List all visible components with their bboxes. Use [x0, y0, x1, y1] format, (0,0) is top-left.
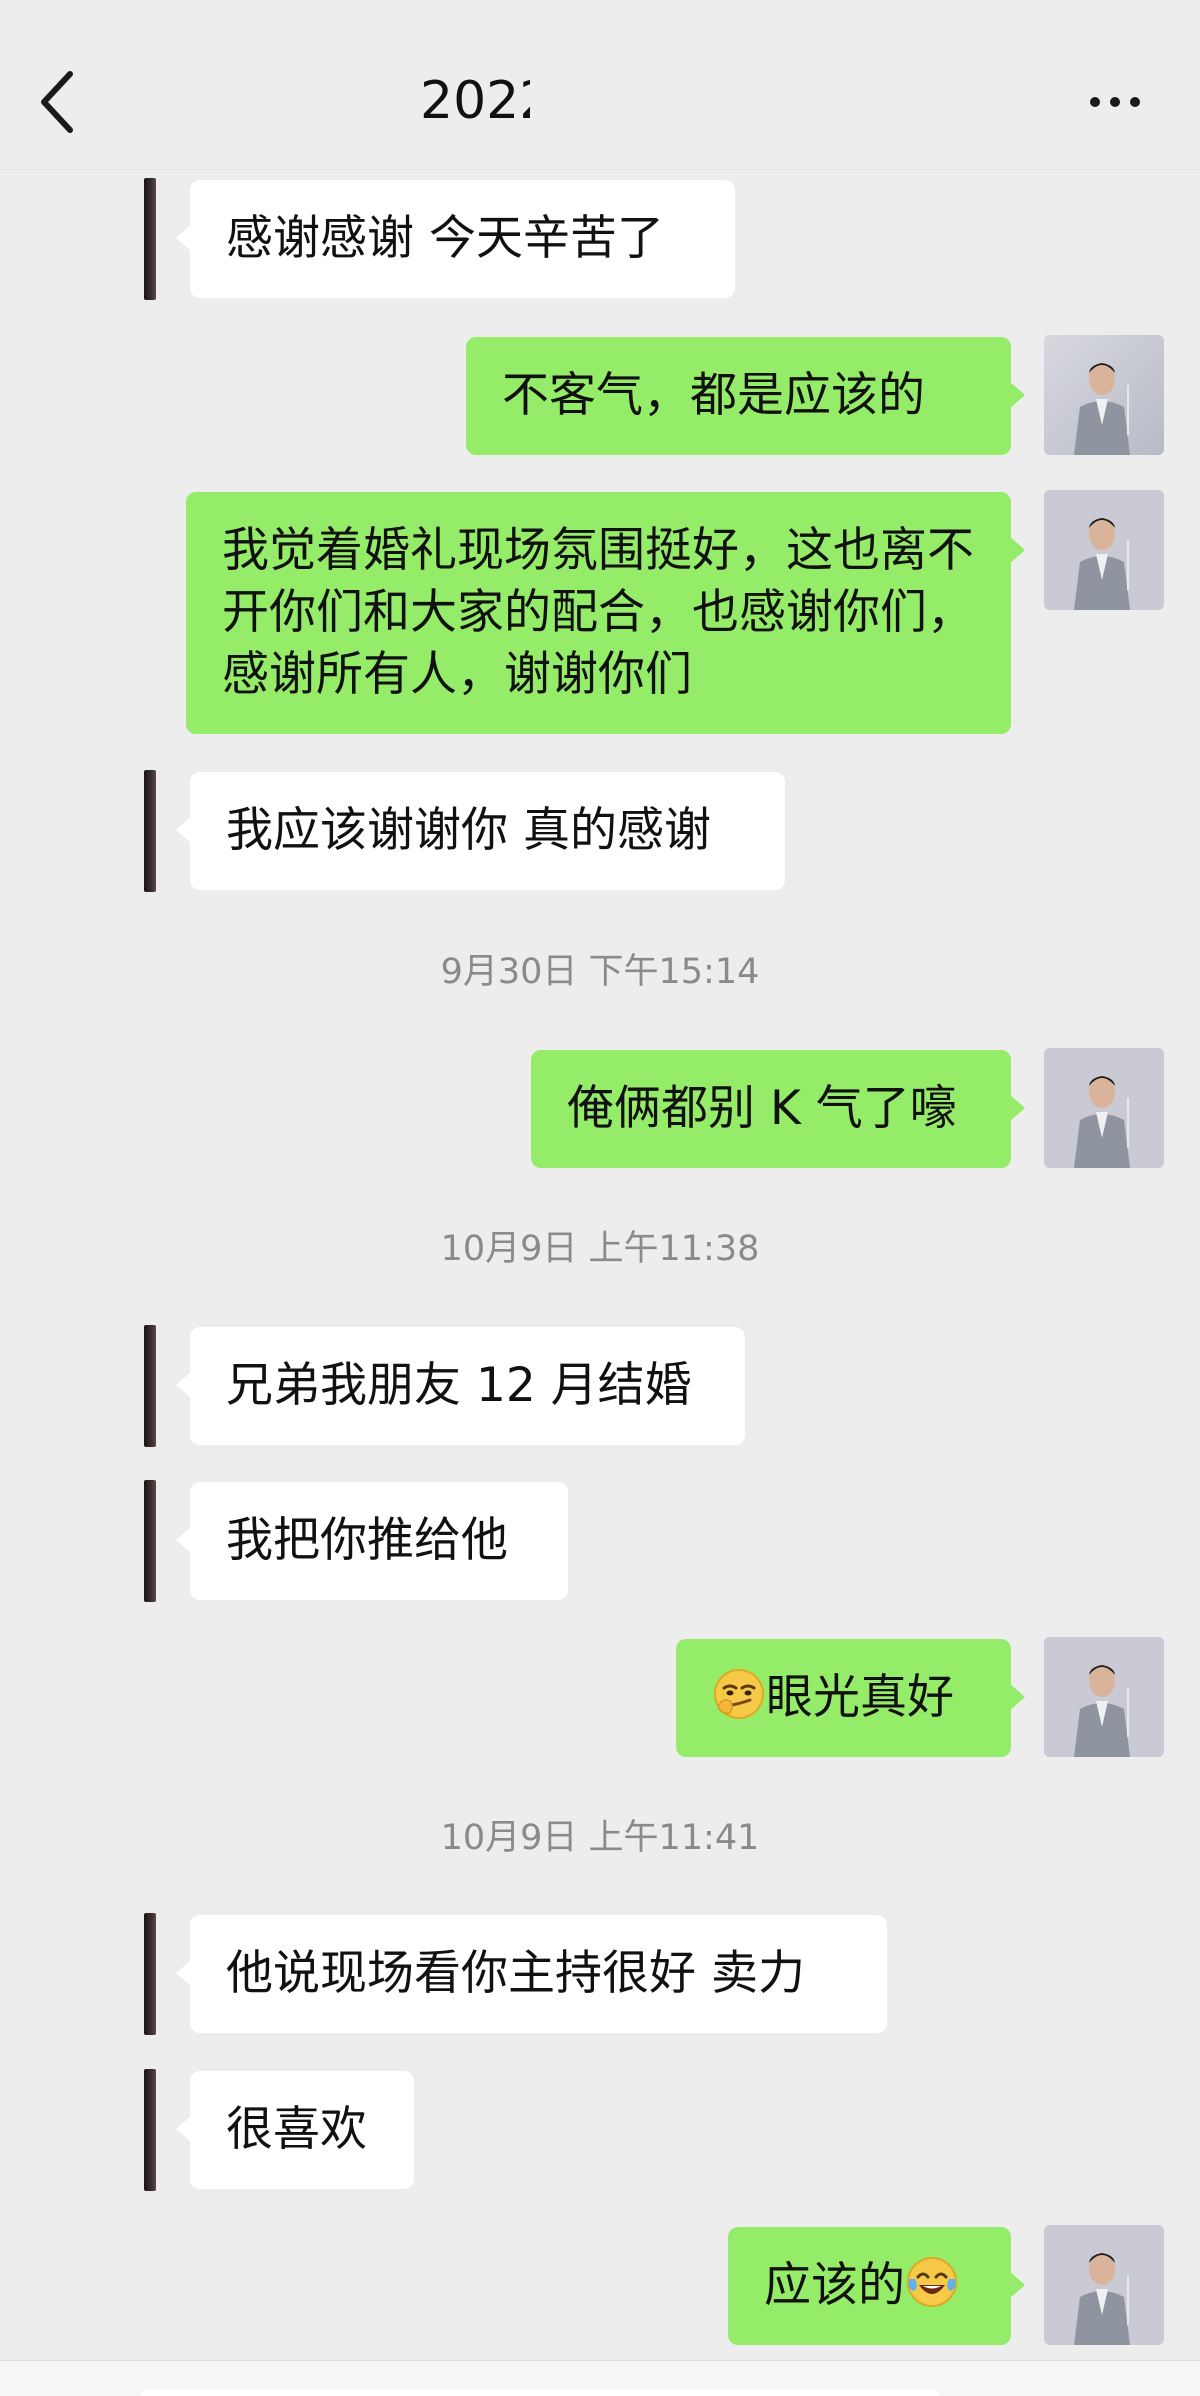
- message-bubble-incoming[interactable]: 他说现场看你主持很好 卖力: [176, 1915, 887, 2033]
- contact-avatar[interactable]: [0, 1480, 156, 1602]
- message-row: 应该的: [0, 2225, 1200, 2347]
- message-bubble-outgoing[interactable]: 不客气，都是应该的: [466, 337, 1025, 455]
- message-bubble-incoming[interactable]: 很喜欢: [176, 2071, 414, 2189]
- contact-avatar[interactable]: [0, 178, 156, 300]
- message-row: 感谢感谢 今天辛苦了: [0, 178, 1200, 302]
- person-avatar-icon: [1044, 490, 1164, 610]
- person-avatar-icon: [1044, 335, 1164, 455]
- message-bubble-outgoing[interactable]: 俺俩都别 K 气了嚎: [531, 1050, 1025, 1168]
- message-row: 他说现场看你主持很好 卖力: [0, 1913, 1200, 2037]
- my-avatar[interactable]: [1044, 1637, 1164, 1757]
- person-avatar-icon: [1044, 2225, 1164, 2345]
- chevron-left-icon: [41, 71, 73, 133]
- person-avatar-icon: [1044, 1048, 1164, 1168]
- my-avatar[interactable]: [1044, 2225, 1164, 2345]
- message-row: 我觉着婚礼现场氛围挺好，这也离不开你们和大家的配合，也感谢你们，感谢所有人，谢谢…: [0, 490, 1200, 735]
- smirk-emoji-icon: [712, 1667, 766, 1721]
- message-row: 兄弟我朋友 12 月结婚: [0, 1325, 1200, 1449]
- message-row: 俺俩都别 K 气了嚎: [0, 1048, 1200, 1170]
- more-dots-icon: [1090, 97, 1100, 107]
- chat-header: 2022: [0, 0, 1200, 170]
- timestamp: 9月30日 下午15:14: [440, 952, 760, 992]
- message-bubble-incoming[interactable]: 我应该谢谢你 真的感谢: [176, 772, 785, 890]
- message-row: 眼光真好: [0, 1637, 1200, 1759]
- timestamp: 10月9日 上午11:41: [440, 1818, 760, 1858]
- contact-avatar[interactable]: [0, 1913, 156, 2035]
- chat-screen: 2022 感谢感谢 今天辛苦了 不客气，都是应该的: [0, 0, 1200, 2396]
- message-bubble-incoming[interactable]: 我把你推给他: [176, 1482, 568, 1600]
- contact-avatar[interactable]: [0, 1325, 156, 1447]
- message-bubble-incoming[interactable]: 兄弟我朋友 12 月结婚: [176, 1327, 745, 1445]
- message-bubble-outgoing[interactable]: 我觉着婚礼现场氛围挺好，这也离不开你们和大家的配合，也感谢你们，感谢所有人，谢谢…: [186, 492, 1025, 734]
- message-bubble-outgoing[interactable]: 应该的: [728, 2227, 1025, 2345]
- message-row: 我应该谢谢你 真的感谢: [0, 770, 1200, 894]
- my-avatar[interactable]: [1044, 1048, 1164, 1168]
- message-text: 应该的: [764, 2258, 905, 2313]
- message-bubble-incoming[interactable]: 感谢感谢 今天辛苦了: [176, 180, 735, 298]
- chat-title: 2022: [420, 71, 530, 131]
- contact-avatar[interactable]: [0, 2069, 156, 2191]
- timestamp: 10月9日 上午11:38: [440, 1229, 760, 1269]
- message-input[interactable]: [140, 2389, 940, 2396]
- person-avatar-icon: [1044, 1637, 1164, 1757]
- message-row: 不客气，都是应该的: [0, 335, 1200, 457]
- my-avatar[interactable]: [1044, 490, 1164, 610]
- tears-of-joy-emoji-icon: [905, 2255, 959, 2309]
- contact-avatar[interactable]: [0, 770, 156, 892]
- message-bubble-outgoing[interactable]: 眼光真好: [676, 1639, 1025, 1757]
- back-button[interactable]: [28, 62, 88, 142]
- more-button[interactable]: [1080, 80, 1150, 120]
- my-avatar[interactable]: [1044, 335, 1164, 455]
- input-bar: [0, 2360, 1200, 2396]
- message-row: 很喜欢: [0, 2069, 1200, 2193]
- message-row: 我把你推给他: [0, 1480, 1200, 1604]
- message-text: 眼光真好: [766, 1670, 954, 1725]
